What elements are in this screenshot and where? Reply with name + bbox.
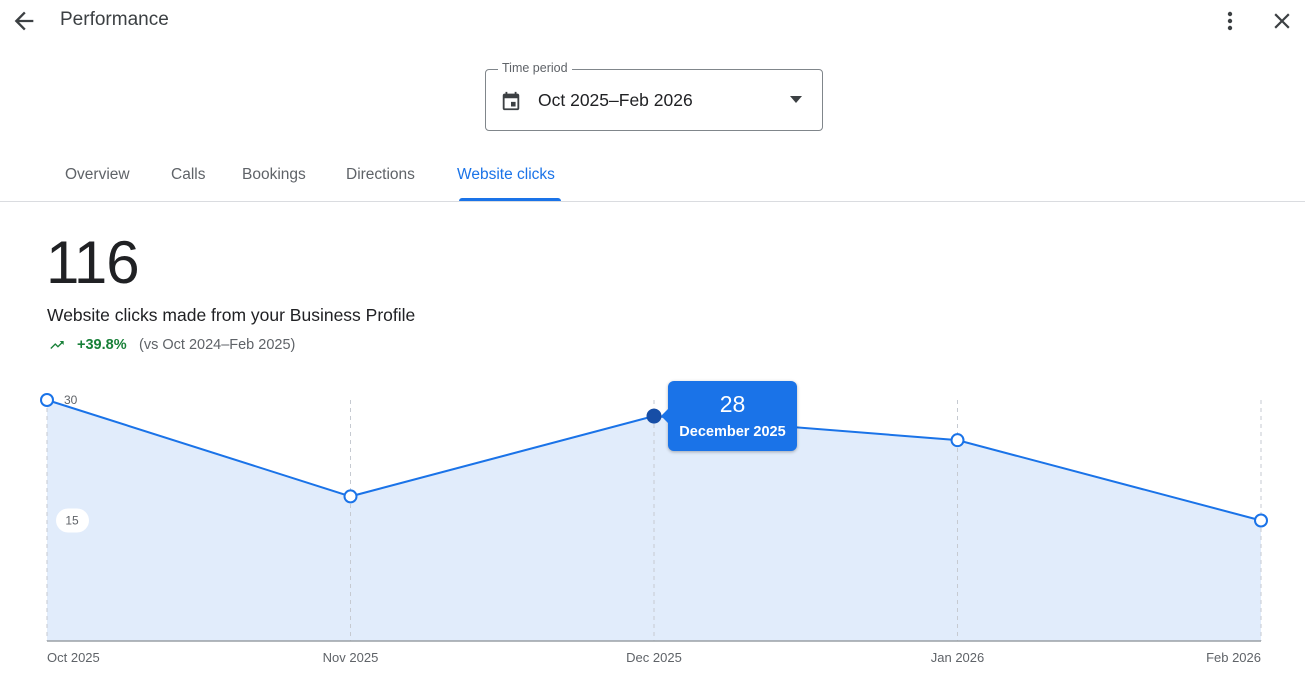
tab-bar: Overview Calls Bookings Directions Websi… [0, 150, 1305, 202]
x-tick-label: Dec 2025 [626, 650, 682, 665]
active-tab-indicator [459, 198, 561, 201]
change-percentage: +39.8% [77, 337, 127, 353]
calendar-icon [502, 91, 520, 111]
close-button[interactable] [1269, 8, 1295, 34]
chart-point-highlighted [646, 408, 662, 424]
tooltip-value: 28 [719, 391, 746, 417]
y-tick-label: 15 [65, 514, 79, 528]
chart-point [950, 433, 965, 448]
x-tick-label: Nov 2025 [323, 650, 379, 665]
top-bar: Performance [0, 0, 1305, 42]
y-tick-label: 30 [64, 393, 78, 407]
time-period-select[interactable]: Time period Oct 2025–Feb 2026 [485, 61, 823, 131]
total-clicks-value: 116 [46, 229, 140, 296]
close-icon [1274, 13, 1290, 29]
more-vert-icon [1227, 11, 1233, 31]
back-button[interactable] [10, 7, 38, 35]
website-clicks-chart: 30 15 Oct 2025 Nov 2025 Dec 2025 Jan 2026 Feb … [40, 393, 1268, 665]
chart-point [1254, 513, 1268, 528]
tab-bookings[interactable]: Bookings [242, 166, 306, 184]
tab-calls[interactable]: Calls [171, 166, 205, 184]
comparison-period: (vs Oct 2024–Feb 2025) [139, 337, 296, 353]
trending-up-icon [50, 341, 64, 349]
tooltip-pointer [661, 409, 668, 423]
metric-description: Website clicks made from your Business P… [47, 305, 416, 325]
tab-website-clicks[interactable]: Website clicks [457, 166, 555, 184]
tooltip-label: December 2025 [679, 424, 786, 440]
chart-point [40, 393, 54, 407]
tab-overview[interactable]: Overview [65, 166, 130, 184]
dropdown-arrow-icon [790, 96, 802, 103]
time-period-value: Oct 2025–Feb 2026 [538, 90, 693, 110]
x-tick-label: Jan 2026 [931, 650, 985, 665]
tab-directions[interactable]: Directions [346, 166, 415, 184]
arrow-back-icon [14, 11, 34, 31]
chart-point [343, 489, 358, 504]
page-title: Performance [60, 9, 169, 30]
time-period-label: Time period [498, 61, 572, 75]
x-tick-label: Feb 2026 [1206, 650, 1261, 665]
more-options-button[interactable] [1218, 8, 1242, 34]
chart-tooltip: 28 December 2025 [661, 381, 797, 451]
x-tick-label: Oct 2025 [47, 650, 100, 665]
